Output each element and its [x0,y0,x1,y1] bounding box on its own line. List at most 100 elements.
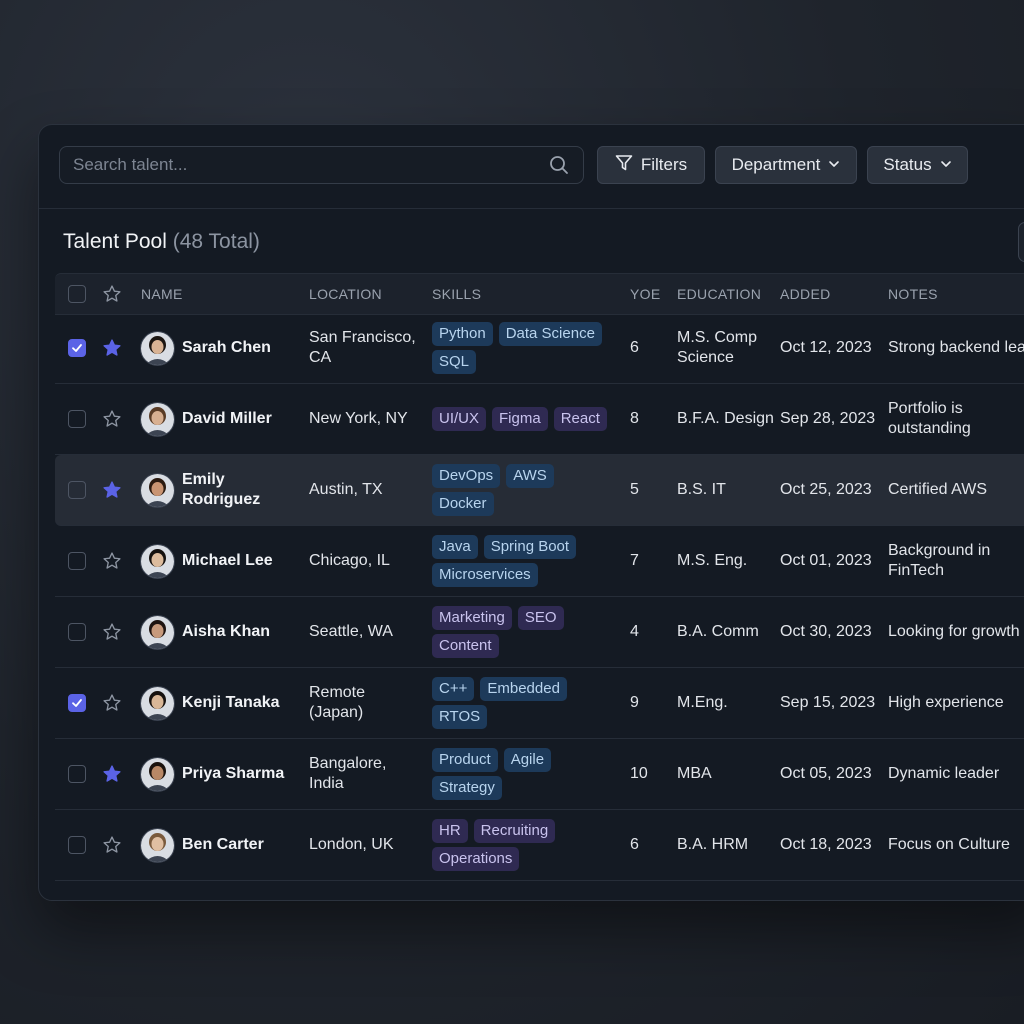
col-education[interactable]: EDUCATION [677,274,761,314]
table-row[interactable]: Ben Carter London, UK HR Recruiting Operatio… [55,810,1024,881]
col-skills[interactable]: SKILLS [432,274,481,314]
row-checkbox[interactable] [68,623,86,641]
table-row[interactable]: Michael Lee Chicago, IL Java Spring Boot Mic… [55,526,1024,597]
col-name[interactable]: NAME [141,274,183,314]
skills-cell: Java Spring Boot Microservices [432,526,612,596]
candidate-name[interactable]: Priya Sharma [182,739,297,809]
col-location[interactable]: LOCATION [309,274,382,314]
candidate-name[interactable]: Ben Carter [182,810,297,880]
candidate-name[interactable]: Michael Lee [182,526,297,596]
star-icon[interactable] [102,551,122,571]
col-yoe[interactable]: YOE [630,274,660,314]
candidate-name[interactable]: Sarah Chen [182,313,297,383]
search-box[interactable] [59,146,584,184]
location-cell: Austin, TX [309,481,383,498]
education-cell: M.S. Eng. [677,552,748,569]
avatar [140,473,175,508]
row-checkbox[interactable] [68,552,86,570]
location-cell: Remote (Japan) [309,684,366,721]
education-cell: B.A. Comm [677,623,759,640]
star-icon[interactable] [102,764,122,784]
department-dropdown[interactable]: Department [715,146,857,184]
select-all-checkbox[interactable] [68,285,86,303]
skill-tag: SQL [432,350,477,374]
skills-cell: Product Agile Strategy [432,739,612,809]
yoe-cell: 6 [630,339,639,356]
skill-tag: Operations [432,847,520,871]
table-row[interactable]: Sarah Chen San Francisco, CA Python Data Sc… [55,313,1024,384]
action-button[interactable] [1018,222,1024,262]
skill-tag: Data Science [498,322,602,346]
chevron-down-icon [940,155,952,175]
yoe-cell: 10 [630,765,648,782]
added-date-cell: Sep 28, 2023 [780,410,876,427]
star-icon[interactable] [102,693,122,713]
added-date-cell: Oct 05, 2023 [780,765,872,782]
skills-cell: HR Recruiting Operations [432,810,612,880]
education-cell: B.F.A. Design [677,410,774,427]
notes-cell: Focus on Culture [888,836,1010,853]
skills-cell: UI/UX Figma React [432,384,612,454]
notes-cell: Certified AWS [888,481,987,498]
yoe-cell: 9 [630,694,639,711]
table-row[interactable]: Aisha Khan Seattle, WA Marketing SEO Content… [55,597,1024,668]
status-dropdown[interactable]: Status [867,146,968,184]
yoe-cell: 7 [630,552,639,569]
notes-cell: High experience [888,694,1004,711]
star-icon[interactable] [102,338,122,358]
avatar [140,544,175,579]
candidate-name[interactable]: Kenji Tanaka [182,668,297,738]
col-notes[interactable]: NOTES [888,274,938,314]
filter-icon [615,154,633,177]
row-checkbox[interactable] [68,481,86,499]
row-checkbox[interactable] [68,339,86,357]
table-header: NAME LOCATION SKILLS YOE EDUCATION ADDED… [55,273,1024,315]
table-row[interactable]: Emily Rodriguez Austin, TX DevOps AWS Docker… [55,455,1024,526]
education-cell: M.S. Comp Science [677,329,758,366]
skill-tag: Docker [432,492,494,516]
skill-tag: Python [432,322,493,346]
row-checkbox[interactable] [68,836,86,854]
table-row[interactable]: Kenji Tanaka Remote (Japan) C++ Embedded RTO… [55,668,1024,739]
table-row[interactable]: David Miller New York, NY UI/UX Figma React 8… [55,384,1024,455]
notes-cell: Background in FinTech [888,542,991,579]
page-title: Talent Pool (48 Total) [63,230,260,254]
education-cell: MBA [677,765,712,782]
notes-cell: Dynamic leader [888,765,1000,782]
candidate-name[interactable]: David Miller [182,384,297,454]
avatar [140,686,175,721]
row-checkbox[interactable] [68,765,86,783]
skill-tag: Microservices [432,563,538,587]
star-icon[interactable] [102,409,122,429]
toolbar: Filters Department Status [39,125,1024,209]
added-date-cell: Oct 01, 2023 [780,552,872,569]
skill-tag: DevOps [432,464,501,488]
skill-tag: UI/UX [432,407,487,431]
search-icon[interactable] [541,155,577,175]
skill-tag: Product [432,748,498,772]
table-row[interactable]: Priya Sharma Bangalore, India Product Agile… [55,739,1024,810]
candidate-name[interactable]: Aisha Khan [182,597,297,667]
candidate-name[interactable]: Emily Rodriguez [182,455,297,525]
skill-tag: HR [432,819,468,843]
skill-tag: Spring Boot [483,535,577,559]
location-cell: Bangalore, India [309,755,387,792]
row-checkbox[interactable] [68,410,86,428]
skill-tag: Java [432,535,478,559]
chevron-down-icon [828,155,840,175]
added-date-cell: Oct 25, 2023 [780,481,872,498]
notes-cell: Portfolio is outstanding [888,400,971,437]
star-icon[interactable] [102,835,122,855]
search-input[interactable] [60,155,541,175]
row-checkbox[interactable] [68,694,86,712]
avatar [140,331,175,366]
yoe-cell: 4 [630,623,639,640]
skill-tag: RTOS [432,705,488,729]
avatar [140,402,175,437]
yoe-cell: 8 [630,410,639,427]
star-icon[interactable] [102,284,122,304]
filters-button[interactable]: Filters [597,146,705,184]
col-added[interactable]: ADDED [780,274,831,314]
star-icon[interactable] [102,480,122,500]
star-icon[interactable] [102,622,122,642]
